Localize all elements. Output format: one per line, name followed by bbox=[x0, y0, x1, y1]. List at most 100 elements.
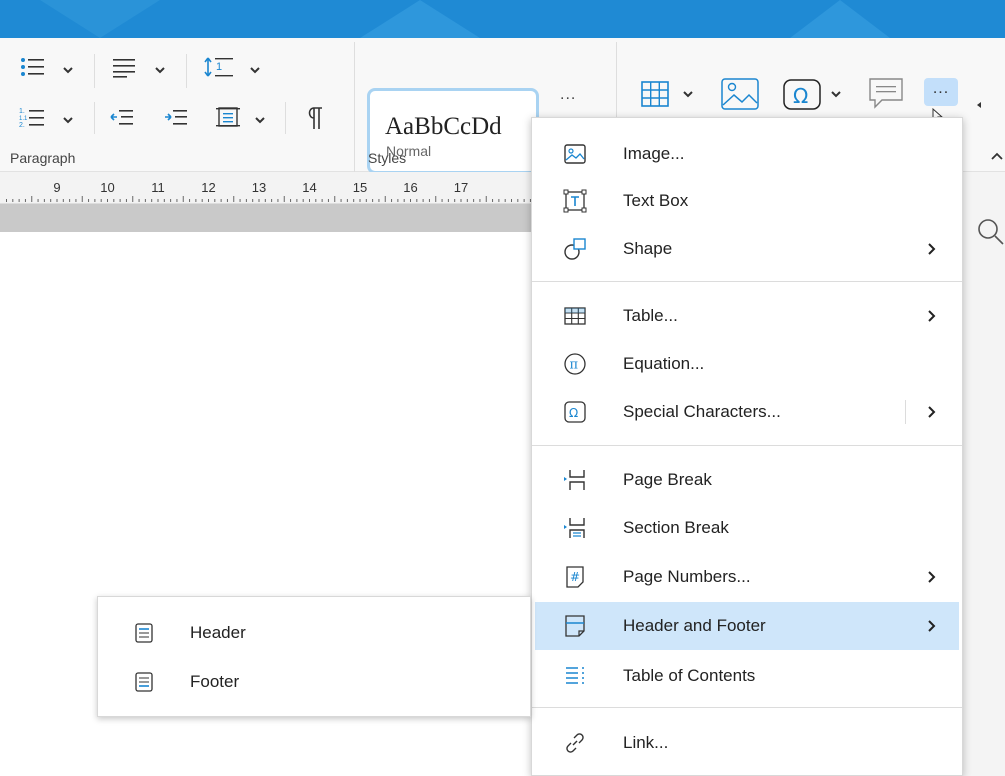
decrease-indent-button[interactable] bbox=[108, 104, 136, 130]
submenu-arrow-icon bbox=[928, 310, 936, 322]
menu-separator bbox=[532, 445, 962, 446]
align-left-icon bbox=[113, 59, 135, 78]
title-bar bbox=[0, 0, 1005, 38]
menu-item-link[interactable]: Link... bbox=[532, 719, 962, 767]
menu-item-label: Table of Contents bbox=[623, 666, 756, 685]
svg-text:π: π bbox=[570, 358, 579, 373]
chevron-down-icon[interactable] bbox=[62, 64, 74, 76]
menu-item-table-of-contents[interactable]: Table of Contents bbox=[532, 652, 962, 700]
increase-indent-icon bbox=[165, 110, 187, 125]
menu-item-special-characters[interactable]: Ω Special Characters... bbox=[532, 388, 962, 436]
section-break-icon bbox=[564, 518, 585, 538]
side-panel bbox=[958, 172, 1005, 776]
ruler-number: 12 bbox=[201, 180, 215, 195]
svg-text:2.: 2. bbox=[19, 122, 25, 129]
menu-item-label: Header and Footer bbox=[623, 616, 766, 635]
menu-item-text-box[interactable]: Text Box bbox=[532, 177, 962, 225]
menu-item-label: Link... bbox=[623, 733, 669, 752]
menu-item-page-break[interactable]: Page Break bbox=[532, 456, 962, 504]
align-button[interactable] bbox=[110, 54, 138, 80]
ruler-number: 14 bbox=[302, 180, 316, 195]
scroll-left-icon[interactable] bbox=[974, 100, 984, 110]
page-numbers-icon: # bbox=[566, 566, 584, 588]
menu-item-shape[interactable]: Shape bbox=[532, 225, 962, 273]
menu-item-image[interactable]: Image... bbox=[532, 130, 962, 178]
submenu-item-label: Header bbox=[190, 623, 246, 642]
menu-item-section-break[interactable]: Section Break bbox=[532, 504, 962, 552]
menu-item-table[interactable]: Table... bbox=[532, 292, 962, 340]
menu-item-label: Equation... bbox=[623, 354, 705, 373]
horizontal-ruler: 9 10 11 12 13 14 15 16 17 bbox=[0, 172, 532, 204]
menu-item-page-numbers[interactable]: # Page Numbers... bbox=[532, 553, 962, 601]
omega-icon: Ω bbox=[564, 401, 586, 423]
decrease-indent-icon bbox=[110, 110, 133, 125]
bullet-list-icon bbox=[21, 58, 44, 76]
insert-comment-button[interactable] bbox=[864, 74, 908, 112]
submenu-arrow-icon bbox=[928, 620, 936, 632]
ruler-number: 17 bbox=[454, 180, 468, 195]
ruler-number: 11 bbox=[151, 180, 165, 195]
submenu-item-footer[interactable]: Footer bbox=[98, 658, 530, 706]
line-spacing-icon: 1 bbox=[204, 57, 233, 77]
split-divider bbox=[905, 400, 906, 424]
omega-icon: Ω bbox=[783, 79, 821, 110]
chevron-down-icon[interactable] bbox=[154, 64, 166, 76]
header-footer-submenu: Header Footer bbox=[97, 596, 531, 717]
chevron-down-icon[interactable] bbox=[682, 88, 694, 100]
special-characters-button[interactable]: Ω bbox=[780, 76, 826, 112]
menu-item-label: Table... bbox=[623, 306, 678, 325]
comment-icon bbox=[869, 78, 903, 109]
menu-item-label: Special Characters... bbox=[623, 402, 781, 421]
line-spacing-button[interactable]: 1 bbox=[202, 54, 236, 80]
insert-table-button[interactable] bbox=[634, 76, 676, 112]
svg-text:1.: 1. bbox=[19, 108, 25, 115]
submenu-arrow-icon bbox=[928, 571, 936, 583]
paragraph-group-label: Paragraph bbox=[10, 150, 76, 166]
styles-group-label: Styles bbox=[368, 150, 407, 166]
equation-icon: π bbox=[564, 353, 586, 375]
pilcrow-icon bbox=[308, 107, 322, 129]
chevron-down-icon[interactable] bbox=[249, 64, 261, 76]
submenu-arrow-icon[interactable] bbox=[926, 404, 938, 420]
svg-text:Ω: Ω bbox=[569, 406, 578, 420]
search-icon[interactable] bbox=[977, 218, 1005, 248]
menu-item-label: Text Box bbox=[623, 191, 689, 210]
more-styles-button[interactable]: ... bbox=[560, 86, 576, 104]
menu-item-equation[interactable]: π Equation... bbox=[532, 340, 962, 388]
insert-image-button[interactable] bbox=[718, 74, 762, 114]
shape-icon bbox=[564, 238, 586, 260]
ruler-number: 9 bbox=[53, 180, 60, 195]
ruler-ticks: 9 10 11 12 13 14 15 16 17 bbox=[6, 180, 531, 202]
footer-icon bbox=[135, 672, 153, 692]
menu-item-label: Image... bbox=[623, 144, 685, 163]
page-margin-band bbox=[0, 204, 532, 232]
submenu-item-header[interactable]: Header bbox=[98, 609, 530, 657]
increase-indent-button[interactable] bbox=[162, 104, 190, 130]
insert-more-menu: Image... Text Box Shape Table... π Equat… bbox=[531, 117, 963, 776]
menu-item-label: Page Numbers... bbox=[623, 567, 751, 586]
page-break-icon bbox=[564, 470, 585, 490]
menu-item-label: Page Break bbox=[623, 470, 712, 489]
ruler-number: 10 bbox=[100, 180, 114, 195]
borders-button[interactable] bbox=[214, 104, 242, 130]
style-sample-text: AaBbCcDd bbox=[385, 113, 502, 140]
chevron-down-icon[interactable] bbox=[830, 88, 842, 100]
numbered-list-icon: 1. 1.1 2. bbox=[19, 108, 44, 129]
bullet-list-button[interactable] bbox=[18, 54, 46, 80]
svg-text:Ω: Ω bbox=[793, 84, 808, 108]
submenu-arrow-icon bbox=[928, 243, 936, 255]
ruler-number: 13 bbox=[252, 180, 266, 195]
more-insert-button[interactable]: ... bbox=[924, 78, 958, 106]
menu-item-label: Section Break bbox=[623, 518, 729, 537]
paragraph-border-icon bbox=[216, 107, 240, 127]
numbered-list-button[interactable]: 1. 1.1 2. bbox=[18, 104, 46, 130]
link-icon bbox=[566, 733, 584, 753]
chevron-down-icon[interactable] bbox=[62, 114, 74, 126]
chevron-down-icon[interactable] bbox=[254, 114, 266, 126]
menu-item-header-and-footer[interactable]: Header and Footer bbox=[535, 602, 959, 650]
show-formatting-button[interactable] bbox=[302, 104, 328, 132]
svg-text:1: 1 bbox=[216, 61, 222, 73]
text-box-icon bbox=[563, 189, 587, 213]
picture-icon bbox=[721, 78, 759, 110]
collapse-ribbon-icon[interactable] bbox=[990, 150, 1004, 162]
